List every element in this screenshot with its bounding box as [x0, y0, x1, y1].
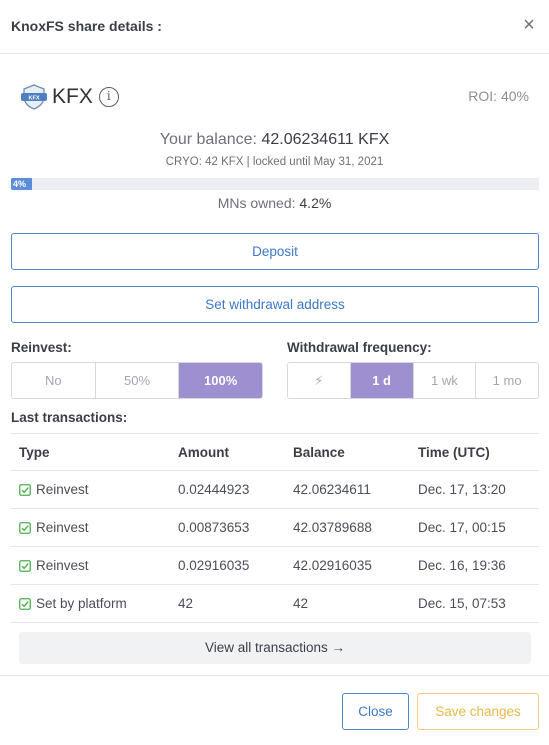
frequency-option-1wk[interactable]: 1 wk [413, 363, 477, 398]
balance-label: Your balance: [159, 131, 257, 148]
tx-balance: 42.03789688 [293, 520, 372, 535]
modal-footer: Close Save changes [0, 675, 549, 745]
mns-label: MNs owned: [217, 195, 296, 211]
table-row: Set by platform 42 42 Dec. 15, 07:53 [11, 585, 539, 623]
mns-owned: MNs owned: 4.2% [0, 195, 549, 211]
column-header-balance: Balance [293, 444, 345, 460]
column-header-amount: Amount [178, 444, 229, 460]
reinvest-option-50[interactable]: 50% [95, 363, 180, 398]
tx-time: Dec. 17, 00:15 [418, 520, 506, 535]
tx-type: Set by platform [36, 596, 127, 611]
withdrawal-frequency-label: Withdrawal frequency: [287, 340, 432, 355]
balance-line: Your balance: 42.06234611 KFX [0, 131, 549, 149]
tx-type-cell: Reinvest [11, 520, 171, 535]
table-row: Reinvest 0.00873653 42.03789688 Dec. 17, 00… [11, 509, 539, 547]
tx-time: Dec. 16, 19:36 [418, 558, 506, 573]
modal-title: KnoxFS share details : [11, 18, 162, 34]
tx-type-cell: Set by platform [11, 596, 171, 611]
tx-balance: 42.06234611 [293, 482, 371, 497]
tx-balance: 42.02916035 [293, 558, 372, 573]
reinvest-label: Reinvest: [11, 340, 72, 355]
transactions-table: Type Amount Balance Time (UTC) Reinvest 0… [11, 433, 539, 623]
frequency-option-1mo[interactable]: 1 mo [476, 363, 538, 398]
tx-type: Reinvest [36, 482, 89, 497]
table-row: Reinvest 0.02444923 42.06234611 Dec. 17, 13… [11, 471, 539, 509]
table-row: Reinvest 0.02916035 42.02916035 Dec. 16, 19… [11, 547, 539, 585]
last-transactions-label: Last transactions: [11, 410, 128, 425]
tx-type-cell: Reinvest [11, 558, 171, 573]
checkbox-checked-icon [19, 559, 31, 572]
modal-header: KnoxFS share details : × [0, 0, 549, 54]
checkbox-checked-icon [19, 483, 31, 496]
knoxfs-logo: KFX [21, 84, 47, 110]
tx-type-cell: Reinvest [11, 482, 171, 497]
tx-amount: 0.00873653 [178, 520, 250, 535]
table-header: Type Amount Balance Time (UTC) [11, 433, 539, 471]
checkbox-checked-icon [19, 521, 31, 534]
withdrawal-frequency-selector: ⚡ 1 d 1 wk 1 mo [287, 362, 539, 399]
svg-text:KFX: KFX [29, 95, 40, 101]
column-header-type: Type [19, 444, 50, 460]
column-header-time: Time (UTC) [418, 444, 490, 460]
checkbox-checked-icon [19, 597, 31, 610]
ownership-progress-bar: 4% [11, 178, 539, 190]
balance-value: 42.06234611 KFX [261, 131, 390, 148]
close-button[interactable]: Close [342, 693, 409, 730]
save-changes-button[interactable]: Save changes [417, 693, 539, 730]
mns-value: 4.2% [299, 195, 332, 211]
lightning-icon[interactable]: ⚡ [288, 363, 351, 398]
view-all-transactions-button[interactable]: View all transactions → [19, 632, 531, 664]
tx-amount: 42 [178, 596, 194, 611]
info-icon[interactable]: i [98, 87, 119, 107]
deposit-button[interactable]: Deposit [11, 233, 539, 270]
reinvest-selector: No 50% 100% [11, 362, 263, 399]
frequency-option-1d[interactable]: 1 d [350, 363, 414, 398]
tx-amount: 0.02916035 [178, 558, 250, 573]
progress-label: 4% [13, 179, 27, 189]
asset-row: KFX KFX i [20, 82, 119, 112]
tx-time: Dec. 17, 13:20 [418, 482, 506, 497]
reinvest-option-no[interactable]: No [12, 363, 96, 398]
tx-amount: 0.02444923 [178, 482, 250, 497]
tx-time: Dec. 15, 07:53 [418, 596, 506, 611]
tx-balance: 42 [293, 596, 309, 611]
cryo-lock-info: CRYO: 42 KFX | locked until May 31, 2021 [165, 156, 384, 168]
set-withdrawal-address-button[interactable]: Set withdrawal address [11, 286, 539, 323]
share-details-modal: KnoxFS share details : × KFX KFX i ROI: … [0, 0, 549, 745]
reinvest-option-100[interactable]: 100% [179, 363, 262, 398]
asset-name: KFX [52, 85, 93, 108]
roi-value: ROI: 40% [468, 88, 529, 104]
tx-type: Reinvest [36, 558, 89, 573]
close-icon[interactable]: × [519, 14, 539, 36]
tx-type: Reinvest [36, 520, 89, 535]
